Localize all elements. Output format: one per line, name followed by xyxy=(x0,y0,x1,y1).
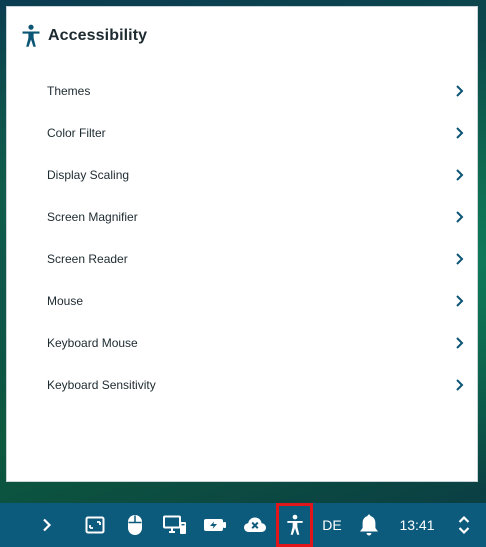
menu-item-label: Screen Magnifier xyxy=(47,210,138,224)
chevron-right-icon xyxy=(456,169,464,181)
menu-item-label: Themes xyxy=(47,84,91,98)
panel-title: Accessibility xyxy=(48,27,148,44)
menu-item-label: Screen Reader xyxy=(47,252,128,266)
chevron-right-icon xyxy=(456,127,464,139)
accessibility-panel: Accessibility Themes Color Filter Displa… xyxy=(6,6,478,482)
chevron-right-icon xyxy=(43,518,52,532)
chevron-right-icon xyxy=(456,337,464,349)
battery-icon xyxy=(204,519,226,531)
accessibility-icon xyxy=(21,24,41,48)
screen-area-icon xyxy=(85,516,105,534)
clock-text: 13:41 xyxy=(399,517,435,533)
taskbar-language-button[interactable]: DE xyxy=(318,503,346,547)
taskbar: DE 13:41 xyxy=(0,503,486,547)
taskbar-screen-area-button[interactable] xyxy=(82,503,108,547)
chevron-right-icon xyxy=(456,253,464,265)
menu-item-screen-magnifier[interactable]: Screen Magnifier xyxy=(7,196,477,238)
menu-item-display-scaling[interactable]: Display Scaling xyxy=(7,154,477,196)
panel-header: Accessibility xyxy=(21,23,147,49)
taskbar-display-button[interactable] xyxy=(160,503,190,547)
taskbar-network-button[interactable] xyxy=(240,503,270,547)
chevron-right-icon xyxy=(456,295,464,307)
taskbar-system-tray-toggle[interactable] xyxy=(452,503,476,547)
taskbar-expand-button[interactable] xyxy=(34,503,60,547)
taskbar-battery-button[interactable] xyxy=(200,503,230,547)
accessibility-menu: Themes Color Filter Display Scaling Scre… xyxy=(7,70,477,406)
menu-item-label: Keyboard Sensitivity xyxy=(47,378,156,392)
taskbar-notifications-button[interactable] xyxy=(356,503,382,547)
menu-item-mouse[interactable]: Mouse xyxy=(7,280,477,322)
taskbar-clock[interactable]: 13:41 xyxy=(392,503,442,547)
menu-item-screen-reader[interactable]: Screen Reader xyxy=(7,238,477,280)
taskbar-accessibility-button[interactable] xyxy=(276,503,313,547)
bell-icon xyxy=(360,514,378,536)
mouse-icon xyxy=(128,515,142,535)
cloud-error-icon xyxy=(244,517,266,532)
chevron-right-icon xyxy=(456,379,464,391)
menu-item-label: Keyboard Mouse xyxy=(47,336,138,350)
menu-item-keyboard-mouse[interactable]: Keyboard Mouse xyxy=(7,322,477,364)
taskbar-mouse-button[interactable] xyxy=(122,503,148,547)
chevron-right-icon xyxy=(456,211,464,223)
chevron-up-down-icon xyxy=(458,515,470,535)
menu-item-label: Mouse xyxy=(47,294,84,308)
chevron-right-icon xyxy=(456,85,464,97)
display-computer-icon xyxy=(163,515,186,534)
language-indicator: DE xyxy=(322,517,342,533)
menu-item-color-filter[interactable]: Color Filter xyxy=(7,112,477,154)
menu-item-themes[interactable]: Themes xyxy=(7,70,477,112)
menu-item-label: Color Filter xyxy=(47,126,106,140)
menu-item-keyboard-sensitivity[interactable]: Keyboard Sensitivity xyxy=(7,364,477,406)
accessibility-icon xyxy=(286,514,303,535)
menu-item-label: Display Scaling xyxy=(47,168,130,182)
